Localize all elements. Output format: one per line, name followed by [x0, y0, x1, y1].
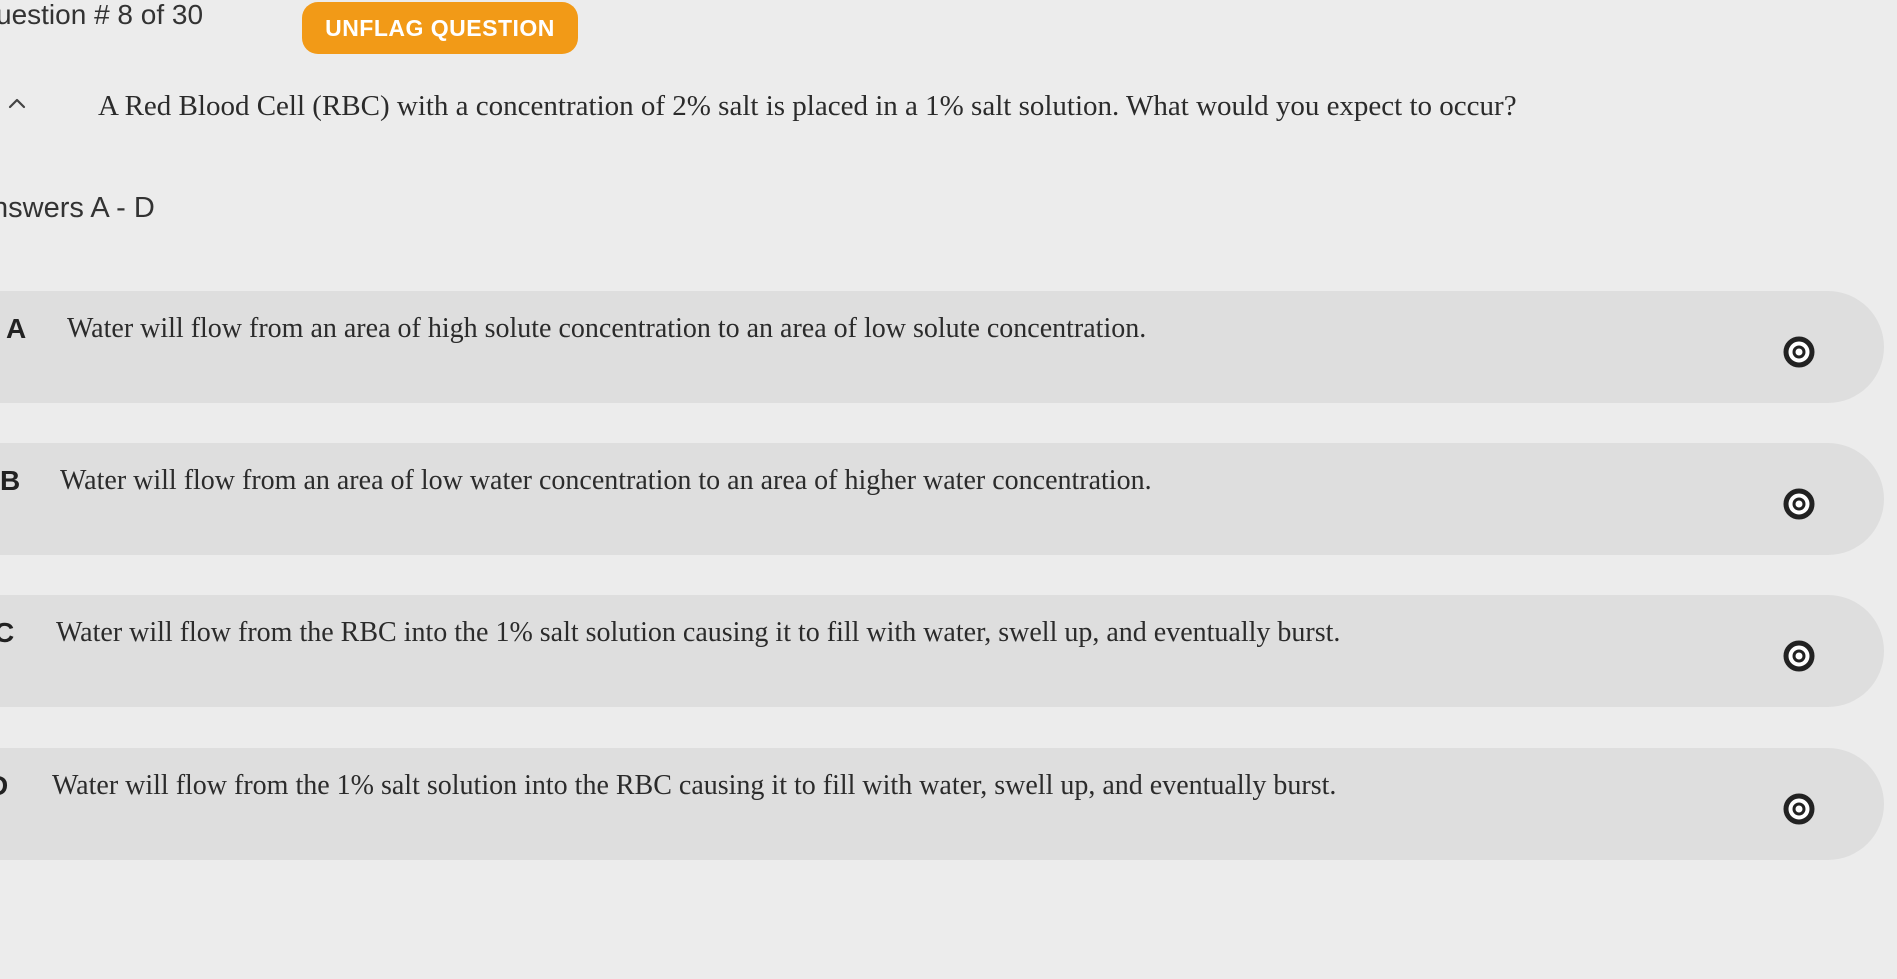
answer-option-b[interactable]: B Water will flow from an area of low wa… [0, 443, 1884, 555]
question-number: uestion # 8 of 30 [0, 0, 204, 30]
question-prompt: A Red Blood Cell (RBC) with a concentrat… [98, 90, 1517, 122]
radio-unselected-icon[interactable] [1782, 487, 1816, 521]
radio-unselected-icon[interactable] [1782, 792, 1816, 826]
answer-option-c[interactable]: C Water will flow from the RBC into the … [0, 595, 1884, 707]
radio-unselected-icon[interactable] [1782, 335, 1816, 369]
question-header: uestion # 8 of 30 UNFLAG QUESTION [0, 0, 896, 56]
chevron-up-icon[interactable] [4, 92, 30, 114]
answer-option-a[interactable]: A Water will flow from an area of high s… [0, 291, 1884, 403]
option-letter: D [0, 768, 8, 804]
radio-unselected-icon[interactable] [1782, 639, 1816, 673]
answer-option-d[interactable]: D Water will flow from the 1% salt solut… [0, 748, 1884, 860]
unflag-question-button[interactable]: UNFLAG QUESTION [302, 2, 578, 54]
option-letter: B [0, 465, 21, 496]
option-letter: A [6, 313, 27, 344]
option-text: Water will flow from the 1% salt solutio… [52, 770, 1337, 801]
option-letter: C [0, 617, 15, 648]
option-text: Water will flow from an area of low wate… [60, 465, 1152, 496]
answers-heading: nswers A - D [0, 192, 155, 224]
option-text: Water will flow from an area of high sol… [67, 313, 1147, 344]
option-text: Water will flow from the RBC into the 1%… [56, 617, 1341, 648]
